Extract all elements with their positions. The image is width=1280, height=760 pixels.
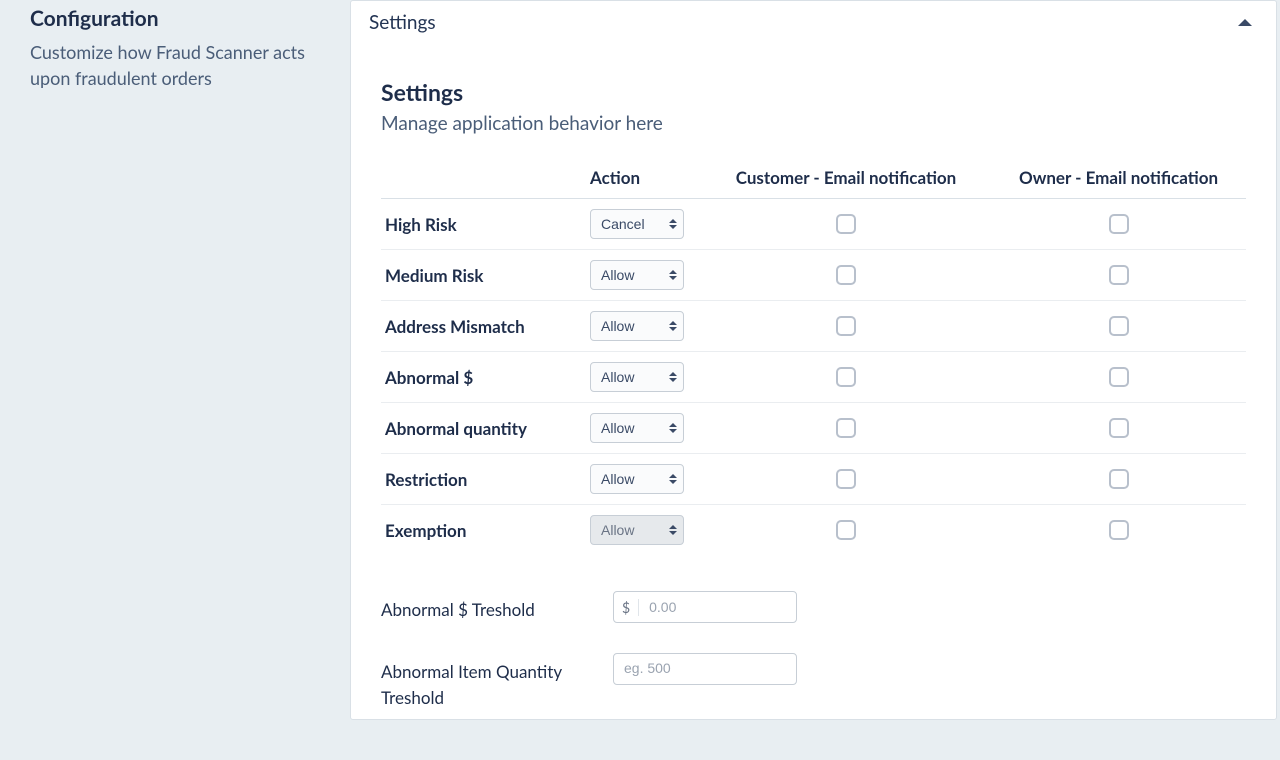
owner-notify-cell [991, 454, 1246, 505]
customer-notify-cell [701, 199, 991, 250]
action-select[interactable]: AllowCancel [590, 515, 684, 545]
row-label: Abnormal quantity [381, 403, 586, 454]
action-select[interactable]: AllowCancel [590, 413, 684, 443]
table-row: Address MismatchAllowCancel [381, 301, 1246, 352]
sidebar-description: Customize how Fraud Scanner acts upon fr… [30, 39, 320, 91]
customer-notify-cell [701, 301, 991, 352]
col-owner: Owner - Email notification [991, 159, 1246, 199]
action-select-wrap: AllowCancel [590, 413, 684, 443]
action-select[interactable]: AllowCancel [590, 260, 684, 290]
owner-notify-checkbox[interactable] [1109, 265, 1129, 285]
customer-notify-cell [701, 403, 991, 454]
row-label: Abnormal $ [381, 352, 586, 403]
customer-notify-checkbox[interactable] [836, 214, 856, 234]
settings-table: Action Customer - Email notification Own… [381, 159, 1246, 555]
customer-notify-checkbox[interactable] [836, 418, 856, 438]
row-label: Medium Risk [381, 250, 586, 301]
row-label: Address Mismatch [381, 301, 586, 352]
owner-notify-checkbox[interactable] [1109, 316, 1129, 336]
owner-notify-cell [991, 301, 1246, 352]
threshold-dollar-row: Abnormal $ Treshold $ [381, 591, 1246, 623]
table-row: Medium RiskAllowCancel [381, 250, 1246, 301]
owner-notify-cell [991, 505, 1246, 556]
panel-header[interactable]: Settings [351, 1, 1276, 44]
customer-notify-checkbox[interactable] [836, 316, 856, 336]
action-select[interactable]: AllowCancel [590, 209, 684, 239]
action-select-wrap: AllowCancel [590, 515, 684, 545]
table-row: High RiskAllowCancel [381, 199, 1246, 250]
row-action-cell: AllowCancel [586, 250, 701, 301]
table-row: Abnormal quantityAllowCancel [381, 403, 1246, 454]
row-label: Restriction [381, 454, 586, 505]
owner-notify-cell [991, 250, 1246, 301]
panel-body: Settings Manage application behavior her… [351, 44, 1276, 760]
col-action: Action [586, 159, 701, 199]
chevron-up-icon[interactable] [1238, 19, 1252, 26]
currency-prefix: $ [614, 599, 639, 616]
thresholds: Abnormal $ Treshold $ Abnormal Item Quan… [381, 591, 1246, 710]
customer-notify-cell [701, 352, 991, 403]
threshold-qty-input[interactable] [614, 654, 796, 682]
action-select[interactable]: AllowCancel [590, 362, 684, 392]
owner-notify-checkbox[interactable] [1109, 418, 1129, 438]
table-row: RestrictionAllowCancel [381, 454, 1246, 505]
threshold-dollar-input[interactable] [639, 593, 796, 621]
row-action-cell: AllowCancel [586, 352, 701, 403]
customer-notify-checkbox[interactable] [836, 469, 856, 489]
threshold-qty-label: Abnormal Item Quantity Treshold [381, 653, 613, 710]
action-select[interactable]: AllowCancel [590, 464, 684, 494]
row-action-cell: AllowCancel [586, 301, 701, 352]
owner-notify-checkbox[interactable] [1109, 367, 1129, 387]
panel-header-title: Settings [369, 11, 436, 34]
customer-notify-cell [701, 454, 991, 505]
row-action-cell: AllowCancel [586, 454, 701, 505]
row-action-cell: AllowCancel [586, 403, 701, 454]
col-blank [381, 159, 586, 199]
owner-notify-checkbox[interactable] [1109, 520, 1129, 540]
owner-notify-cell [991, 403, 1246, 454]
row-action-cell: AllowCancel [586, 199, 701, 250]
action-select-wrap: AllowCancel [590, 260, 684, 290]
customer-notify-checkbox[interactable] [836, 265, 856, 285]
customer-notify-cell [701, 505, 991, 556]
settings-subhead: Manage application behavior here [381, 112, 1246, 135]
col-customer: Customer - Email notification [701, 159, 991, 199]
owner-notify-checkbox[interactable] [1109, 469, 1129, 489]
owner-notify-checkbox[interactable] [1109, 214, 1129, 234]
threshold-qty-row: Abnormal Item Quantity Treshold [381, 653, 1246, 710]
row-label: High Risk [381, 199, 586, 250]
owner-notify-cell [991, 352, 1246, 403]
owner-notify-cell [991, 199, 1246, 250]
settings-title: Settings [381, 78, 1246, 106]
config-sidebar: Configuration Customize how Fraud Scanne… [0, 0, 350, 720]
threshold-qty-input-wrap [613, 653, 797, 685]
action-select[interactable]: AllowCancel [590, 311, 684, 341]
customer-notify-checkbox[interactable] [836, 367, 856, 387]
action-select-wrap: AllowCancel [590, 209, 684, 239]
row-label: Exemption [381, 505, 586, 556]
customer-notify-checkbox[interactable] [836, 520, 856, 540]
action-select-wrap: AllowCancel [590, 464, 684, 494]
action-select-wrap: AllowCancel [590, 311, 684, 341]
table-row: Abnormal $AllowCancel [381, 352, 1246, 403]
customer-notify-cell [701, 250, 991, 301]
threshold-dollar-label: Abnormal $ Treshold [381, 591, 613, 623]
settings-panel: Settings Settings Manage application beh… [350, 0, 1277, 720]
sidebar-title: Configuration [30, 6, 320, 31]
action-select-wrap: AllowCancel [590, 362, 684, 392]
table-row: ExemptionAllowCancel [381, 505, 1246, 556]
threshold-dollar-input-group: $ [613, 591, 797, 623]
row-action-cell: AllowCancel [586, 505, 701, 556]
